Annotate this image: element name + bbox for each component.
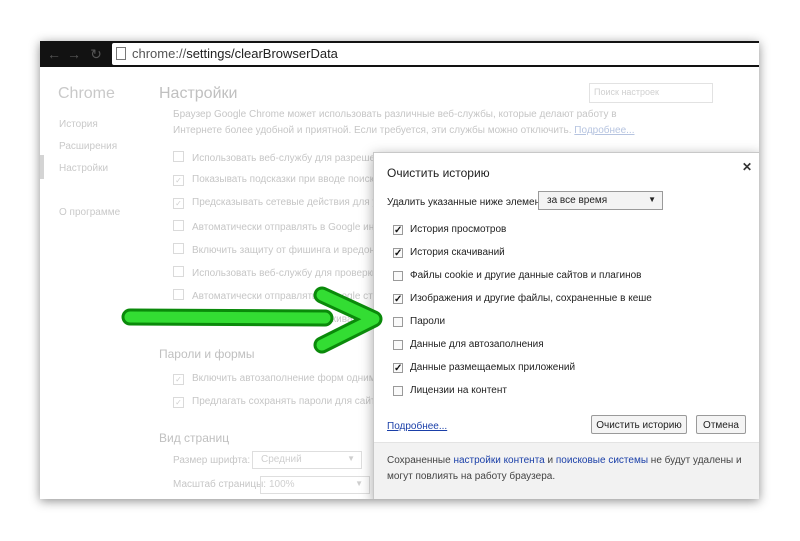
green-arrow-icon	[121, 286, 383, 354]
